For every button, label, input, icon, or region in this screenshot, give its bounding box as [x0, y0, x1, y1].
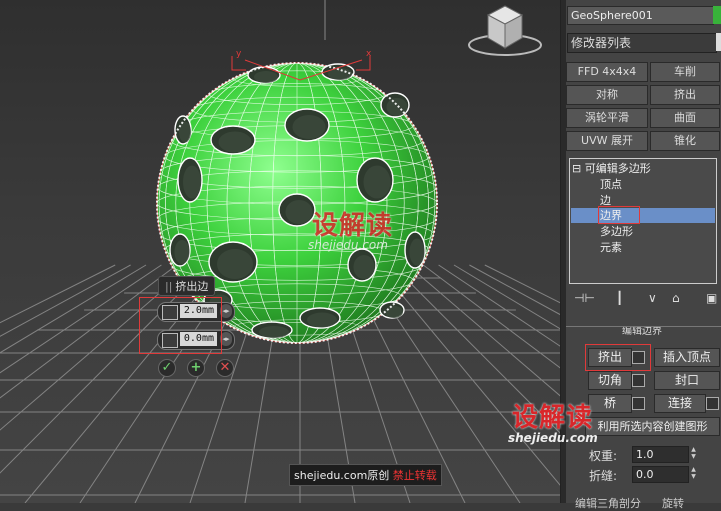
dropdown-arrow-icon[interactable]: [716, 33, 721, 51]
object-name-field[interactable]: GeoSphere001: [567, 6, 714, 25]
stack-highlight-box: [598, 206, 640, 224]
ok-check-button[interactable]: ✓: [158, 359, 176, 377]
stack-item-polygon[interactable]: 多边形: [600, 224, 633, 239]
watermark-url: shejiedu.com: [508, 431, 598, 445]
cancel-x-button[interactable]: ✕: [216, 359, 234, 377]
edit-triangulation-label: 编辑三角剖分: [575, 497, 641, 510]
configure-sets-icon[interactable]: ▣: [706, 291, 717, 305]
create-shape-from-selection-button[interactable]: 利用所选内容创建图形: [585, 417, 720, 436]
cap-button[interactable]: 封口: [654, 371, 720, 390]
caddy-title-text: 挤出边: [175, 280, 209, 293]
credit-site: shejiedu.com: [294, 469, 368, 482]
modifier-list-dropdown[interactable]: 修改器列表: [567, 33, 717, 53]
connect-settings-button[interactable]: [706, 397, 719, 410]
scene-canvas[interactable]: y x: [0, 0, 560, 503]
crease-input[interactable]: 0.0: [632, 466, 689, 483]
collapse-icon[interactable]: ⊟: [572, 162, 585, 175]
chamfer-settings-button[interactable]: [632, 374, 645, 387]
weight-spinner-icon[interactable]: ▲ ▼: [690, 446, 697, 461]
credit-label: shejiedu.com原创 禁止转载: [289, 464, 442, 486]
insert-vertex-button[interactable]: 插入顶点: [654, 348, 720, 367]
show-end-result-icon[interactable]: ┃: [616, 291, 623, 305]
rollout-title[interactable]: 编辑边界: [620, 327, 664, 336]
stack-item-editable-poly[interactable]: ⊟ 可编辑多边形: [572, 161, 651, 176]
weight-input[interactable]: 1.0: [632, 446, 689, 463]
modifier-button-extrude[interactable]: 挤出: [650, 85, 720, 105]
modifier-button-surface[interactable]: 曲面: [650, 108, 720, 128]
stack-item-vertex[interactable]: 顶点: [600, 177, 622, 192]
stack-item-element[interactable]: 元素: [600, 240, 622, 255]
modifier-button-symmetry[interactable]: 对称: [566, 85, 648, 105]
modifier-button-lathe[interactable]: 车削: [650, 62, 720, 82]
weight-label: 权重:: [589, 449, 618, 463]
crease-label: 折缝:: [589, 469, 618, 483]
modifier-button-taper[interactable]: 锥化: [650, 131, 720, 151]
object-color-swatch[interactable]: [713, 6, 721, 24]
credit-original: 原创: [367, 469, 390, 482]
stack-root-label: 可编辑多边形: [584, 162, 651, 175]
modifier-button-uvw-unwrap[interactable]: UVW 展开: [566, 131, 648, 151]
caddy-highlight-box: [139, 297, 222, 354]
crease-spinner-icon[interactable]: ▲ ▼: [690, 466, 697, 481]
watermark-logo: 设解读: [312, 211, 394, 241]
bridge-settings-button[interactable]: [632, 397, 645, 410]
connect-button[interactable]: 连接: [654, 394, 706, 413]
pin-stack-icon[interactable]: ⊣⊢: [574, 291, 595, 305]
turn-label: 旋转: [661, 497, 684, 510]
credit-no-repost: 禁止转载: [392, 469, 437, 482]
bridge-button[interactable]: 桥: [588, 394, 632, 413]
extrude-edge-caddy-title[interactable]: || 挤出边: [158, 276, 216, 296]
viewport[interactable]: y x || 挤出边 2.0mm ◂▸ 0.0mm ◂▸ ✓ + ✕ 设解读 sh…: [0, 0, 560, 503]
apply-plus-button[interactable]: +: [187, 359, 205, 377]
rollout-edit-triangulation[interactable]: 编辑三角剖分 旋转: [575, 495, 684, 511]
stack-item-border[interactable]: 边界: [571, 208, 715, 223]
make-unique-icon[interactable]: ∨: [648, 291, 657, 305]
modifier-stack[interactable]: ⊟ 可编辑多边形 顶点 边 边界 多边形 元素: [569, 158, 717, 284]
watermark-url: shejiedu.com: [308, 238, 388, 252]
watermark-logo: 设解读: [512, 403, 594, 433]
extrude-highlight-box: [585, 344, 651, 371]
viewcube[interactable]: [468, 5, 542, 56]
remove-modifier-icon[interactable]: ⌂: [672, 291, 680, 305]
drag-grip-icon[interactable]: ||: [165, 280, 172, 293]
stack-toolbar: ⊣⊢ ┃ ∨ ⌂ ▣: [566, 288, 721, 310]
modifier-button-turbosmooth[interactable]: 涡轮平滑: [566, 108, 648, 128]
svg-text:x: x: [366, 49, 372, 59]
chamfer-button[interactable]: 切角: [588, 371, 632, 390]
modifier-button-ffd[interactable]: FFD 4x4x4: [566, 62, 648, 82]
svg-text:y: y: [236, 49, 242, 59]
